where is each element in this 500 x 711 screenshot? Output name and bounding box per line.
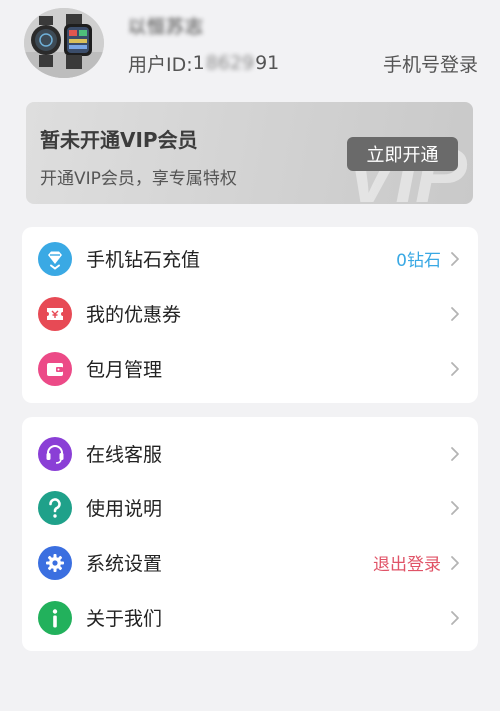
nickname: 以恒苏志 — [128, 17, 204, 38]
menu-item[interactable]: 我的优惠券 — [22, 286, 478, 341]
chevron-right-icon — [448, 444, 462, 464]
user-id-suffix: 91 — [255, 52, 280, 74]
menu-item[interactable]: 在线客服 — [22, 426, 478, 481]
menu-card-help: 在线客服使用说明系统设置 退出登录关于我们 — [22, 417, 478, 651]
vip-title: 暂未开通VIP会员 — [40, 128, 198, 152]
menu-item[interactable]: 使用说明 — [22, 480, 478, 535]
profile-header: 以恒苏志 用户ID: 1 8629 91 手机号登录 — [0, 0, 500, 96]
wallet-icon — [38, 351, 72, 386]
menu-item[interactable]: 关于我们 — [22, 590, 478, 645]
menu-item-value: 退出登录 — [373, 555, 441, 575]
menu-item-label: 手机钻石充值 — [86, 249, 201, 271]
chevron-right-icon — [448, 553, 462, 573]
diamond-icon — [38, 241, 72, 276]
menu-item-label: 使用说明 — [86, 498, 163, 520]
chevron-right-icon — [451, 500, 459, 515]
coupon-icon — [38, 296, 72, 331]
headset-icon — [38, 436, 72, 471]
phone-login-link[interactable]: 手机号登录 — [383, 50, 478, 76]
menu-item-label: 关于我们 — [86, 608, 163, 630]
gear-icon — [38, 545, 72, 580]
info-icon — [38, 600, 72, 635]
user-id: 用户ID: 1 8629 91 — [128, 50, 279, 76]
chevron-right-icon — [451, 306, 459, 321]
menu-item-label: 系统设置 — [86, 553, 163, 575]
chevron-right-icon — [451, 610, 459, 625]
chevron-right-icon — [451, 361, 459, 376]
chevron-right-icon — [448, 249, 462, 269]
menu-card-account: 手机钻石充值 0钻石我的优惠券包月管理 — [22, 227, 478, 403]
question-icon — [38, 490, 72, 525]
chevron-right-icon — [448, 498, 462, 518]
smartwatch-photo-avatar — [24, 8, 104, 78]
vip-activate-button[interactable]: 立即开通 — [347, 137, 458, 171]
menu-item-label: 我的优惠券 — [86, 304, 182, 326]
user-id-prefix: 1 — [192, 52, 205, 74]
user-id-masked: 8629 — [205, 52, 255, 74]
menu-item-value: 0钻石 — [396, 251, 441, 271]
chevron-right-icon — [448, 359, 462, 379]
menu-item[interactable]: 包月管理 — [22, 341, 478, 396]
menu-item[interactable]: 手机钻石充值 0钻石 — [22, 231, 478, 286]
chevron-right-icon — [451, 446, 459, 461]
vip-card[interactable]: VIP 暂未开通VIP会员 开通VIP会员，享专属特权 立即开通 — [26, 102, 473, 204]
vip-subtitle: 开通VIP会员，享专属特权 — [40, 169, 237, 189]
chevron-right-icon — [451, 251, 459, 266]
chevron-right-icon — [448, 304, 462, 324]
chevron-right-icon — [451, 555, 459, 570]
menu-item[interactable]: 系统设置 退出登录 — [22, 535, 478, 590]
chevron-right-icon — [448, 608, 462, 628]
avatar[interactable] — [24, 8, 104, 78]
menu-item-label: 在线客服 — [86, 444, 163, 466]
user-id-label: 用户ID: — [128, 53, 193, 76]
menu-item-label: 包月管理 — [86, 359, 163, 381]
